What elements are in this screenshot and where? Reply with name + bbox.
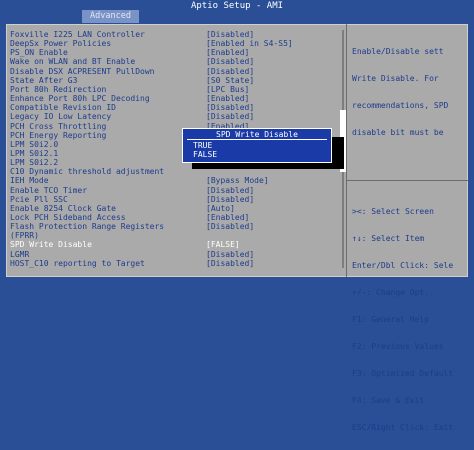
app-title: Aptio Setup - AMI	[190, 1, 284, 11]
setting-label: Foxville I225 LAN Controller	[10, 30, 145, 39]
setting-row[interactable]: Pcie Pll SSC [Disabled]	[6, 195, 340, 204]
setting-label: Port 80h Redirection	[10, 84, 107, 94]
setting-value[interactable]: [Disabled]	[206, 57, 254, 66]
popup-option-false[interactable]: FALSE	[193, 150, 217, 159]
setting-label: Wake on WLAN and BT Enable	[10, 57, 136, 67]
setting-label: IEH Mode	[10, 176, 49, 186]
setting-label: (FPRR)	[10, 231, 39, 241]
setting-label: HOST_C10 reporting to Target	[10, 258, 145, 268]
setting-value[interactable]: [Enabled]	[206, 213, 249, 222]
key-hint: F4: Save & Exit	[352, 396, 425, 405]
setting-row[interactable]: Port 80h Redirection [LPC Bus]	[6, 85, 340, 94]
setting-label: LPM S0i2.2	[10, 158, 59, 168]
setting-value[interactable]: [S0 State]	[206, 76, 254, 85]
setting-row[interactable]: Enable TCO Timer [Disabled]	[6, 186, 340, 195]
setting-value[interactable]: [LPC Bus]	[206, 85, 249, 94]
setting-label: Enhance Port 80h LPC Decoding	[10, 94, 150, 104]
setting-value[interactable]: [Disabled]	[206, 186, 254, 195]
setting-value[interactable]: [Bypass Mode]	[206, 176, 269, 185]
setting-label: LPM S0i2.1	[10, 148, 59, 158]
setting-label: Disable DSX ACPRESENT PullDown	[10, 66, 155, 76]
setting-row[interactable]: Compatible Revision ID [Disabled]	[6, 103, 340, 112]
setting-label: PCH Energy Reporting	[10, 130, 107, 140]
help-line: Enable/Disable sett	[352, 47, 444, 56]
setting-row[interactable]: Legacy IO Low Latency [Disabled]	[6, 112, 340, 121]
setting-label: C10 Dynamic threshold adjustment	[10, 167, 165, 177]
setting-value[interactable]: [Disabled]	[206, 67, 254, 76]
key-hint: F3: Optimized Default	[352, 369, 454, 378]
key-hint: ESC/Right Click: Exit	[352, 423, 454, 432]
popup-shadow	[192, 162, 344, 169]
setting-row[interactable]: DeepSx Power Policies [Enabled in S4-S5]	[6, 39, 340, 48]
setting-label: Enable TCO Timer	[10, 185, 88, 195]
help-line: disable bit must be	[352, 128, 444, 137]
setting-label: State After G3	[10, 75, 78, 85]
setting-row[interactable]: Disable DSX ACPRESENT PullDown [Disabled]	[6, 67, 340, 76]
setting-label: Flash Protection Range Registers	[10, 222, 165, 232]
help-text: Enable/Disable sett Write Disable. For r…	[352, 29, 448, 155]
setting-label: Legacy IO Low Latency	[10, 112, 112, 122]
setting-value[interactable]: [Auto]	[206, 204, 235, 213]
key-hint: F1: General Help	[352, 315, 430, 324]
setting-value[interactable]: [Disabled]	[206, 112, 254, 121]
setting-value[interactable]: [FALSE]	[206, 240, 240, 249]
setting-row[interactable]: Enable 8254 Clock Gate [Auto]	[6, 204, 340, 213]
key-hint: ><: Select Screen	[352, 207, 434, 216]
key-hint: +/-: Change Opt.	[352, 288, 430, 297]
setting-value[interactable]: [Disabled]	[206, 195, 254, 204]
setting-row[interactable]: Enhance Port 80h LPC Decoding [Enabled]	[6, 94, 340, 103]
setting-value[interactable]: [Disabled]	[206, 30, 254, 39]
popup-title: SPD Write Disable	[216, 130, 298, 139]
setting-value[interactable]: [Disabled]	[206, 222, 254, 231]
panel-divider	[346, 24, 347, 277]
title-bar: Aptio Setup - AMI	[0, 0, 474, 24]
setting-label: PS_ON Enable	[10, 48, 68, 58]
setting-value[interactable]: [Enabled]	[206, 94, 249, 103]
setting-label: Compatible Revision ID	[10, 103, 116, 113]
key-hints: ><: Select Screen ↑↓: Select Item Enter/…	[352, 189, 453, 450]
help-line: recommendations, SPD	[352, 101, 449, 110]
setting-row[interactable]: SPD Write Disable [FALSE]	[6, 240, 340, 249]
setting-row[interactable]: Lock PCH Sideband Access [Enabled]	[6, 213, 340, 222]
setting-label: LPM S0i2.0	[10, 139, 59, 149]
help-line: Write Disable. For	[352, 74, 439, 83]
setting-row[interactable]: PS_ON Enable [Enabled]	[6, 48, 340, 57]
popup-divider	[187, 139, 327, 140]
setting-label: SPD Write Disable	[10, 240, 92, 250]
setting-label: LGMR	[10, 249, 30, 259]
setting-row[interactable]: LGMR [Disabled]	[6, 250, 340, 259]
setting-row[interactable]: Flash Protection Range Registers [Disable…	[6, 222, 340, 231]
popup-option-true[interactable]: TRUE	[193, 141, 212, 150]
key-hint: Enter/Dbl Click: Sele	[352, 261, 454, 270]
setting-row[interactable]: HOST_C10 reporting to Target [Disabled]	[6, 259, 340, 268]
setting-label: DeepSx Power Policies	[10, 39, 112, 49]
key-hint: F2: Previous Values	[352, 342, 444, 351]
setting-row[interactable]: IEH Mode [Bypass Mode]	[6, 176, 340, 185]
tab-advanced[interactable]: Advanced	[82, 10, 139, 23]
setting-row[interactable]: State After G3 [S0 State]	[6, 76, 340, 85]
setting-value[interactable]: [Disabled]	[206, 103, 254, 112]
setting-value[interactable]: [Disabled]	[206, 259, 254, 268]
setting-label: Enable 8254 Clock Gate	[10, 203, 116, 213]
setting-label: Lock PCH Sideband Access	[10, 213, 126, 222]
setting-row[interactable]: Wake on WLAN and BT Enable [Disabled]	[6, 57, 340, 66]
option-popup: SPD Write Disable TRUE FALSE	[182, 128, 332, 163]
help-divider	[347, 180, 468, 181]
setting-value[interactable]: [Enabled]	[206, 48, 249, 57]
setting-row[interactable]: (FPRR)	[6, 231, 340, 240]
setting-label: Pcie Pll SSC	[10, 194, 68, 204]
setting-label: PCH Cross Throttling	[10, 121, 107, 131]
key-hint: ↑↓: Select Item	[352, 234, 425, 243]
setting-value[interactable]: [Enabled in S4-S5]	[206, 39, 293, 48]
setting-row[interactable]: Foxville I225 LAN Controller [Disabled]	[6, 30, 340, 39]
setting-value[interactable]: [Disabled]	[206, 250, 254, 259]
